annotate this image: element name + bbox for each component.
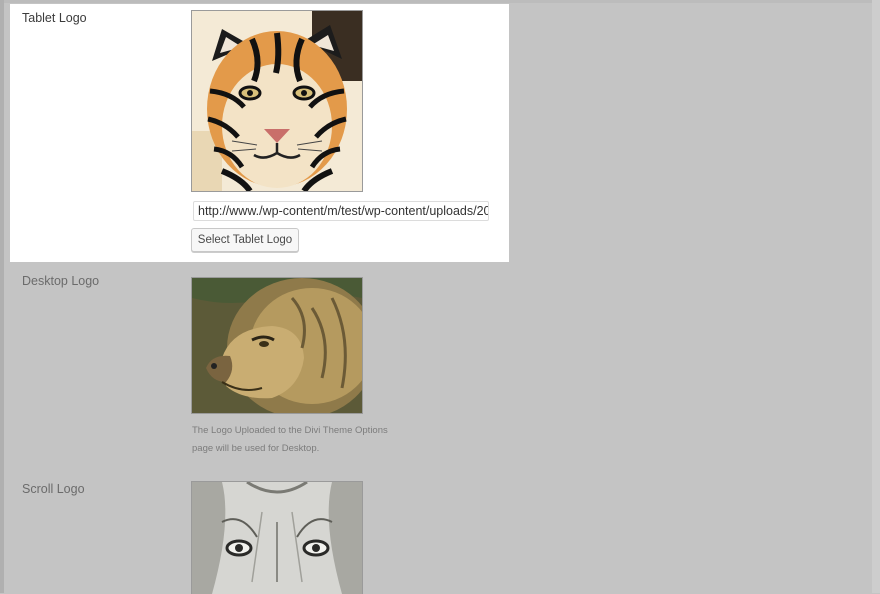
tablet-logo-section: Tablet Logo http://www./wp-content/m/tes… xyxy=(10,4,509,262)
desktop-logo-description-line-2: page will be used for Desktop. xyxy=(192,443,320,454)
select-tablet-logo-button[interactable]: Select Tablet Logo xyxy=(191,228,299,252)
options-panel: Tablet Logo http://www./wp-content/m/tes… xyxy=(0,0,880,594)
panel-top-border xyxy=(0,0,880,3)
desktop-logo-image[interactable] xyxy=(191,277,363,414)
tablet-logo-url-input[interactable]: http://www./wp-content/m/test/wp-content… xyxy=(193,201,489,221)
scroll-logo-label: Scroll Logo xyxy=(22,482,85,496)
desktop-logo-description-line-1: The Logo Uploaded to the Divi Theme Opti… xyxy=(192,425,388,436)
lioness-photo-icon xyxy=(192,482,362,594)
desktop-logo-description: The Logo Uploaded to the Divi Theme Opti… xyxy=(192,422,422,458)
lion-photo-icon xyxy=(192,278,362,413)
scroll-logo-image[interactable] xyxy=(191,481,363,594)
desktop-logo-label: Desktop Logo xyxy=(22,274,100,288)
tablet-logo-image[interactable] xyxy=(191,10,363,192)
tablet-logo-label: Tablet Logo xyxy=(22,11,87,25)
tiger-photo-icon xyxy=(192,11,362,191)
panel-right-border xyxy=(872,0,880,593)
panel-left-border xyxy=(0,0,4,593)
